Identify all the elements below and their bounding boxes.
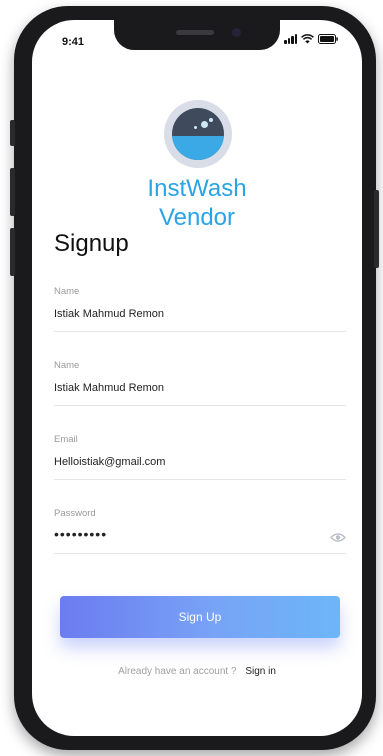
- battery-icon: [318, 34, 338, 44]
- volume-down-button: [10, 228, 15, 276]
- status-icons: [284, 34, 338, 44]
- sign-up-button[interactable]: Sign Up: [60, 596, 340, 638]
- field-label: Email: [54, 434, 78, 445]
- field-label: Password: [54, 508, 96, 519]
- second-name-field[interactable]: Name Istiak Mahmud Remon: [54, 360, 346, 406]
- volume-up-button: [10, 168, 15, 216]
- field-label: Name: [54, 286, 80, 297]
- email-field[interactable]: Email Helloistiak@gmail.com: [54, 434, 346, 480]
- sign-in-link[interactable]: Sign in: [245, 666, 276, 677]
- washing-machine-icon: [172, 108, 224, 160]
- eye-icon[interactable]: [330, 530, 346, 548]
- power-button: [374, 190, 379, 268]
- password-field[interactable]: Password •••••••••: [54, 508, 346, 554]
- wifi-icon: [301, 34, 314, 44]
- brand-name: InstWash Vendor: [122, 174, 272, 232]
- field-value[interactable]: Istiak Mahmud Remon: [54, 308, 164, 320]
- status-time: 9:41: [62, 36, 85, 48]
- signal-icon: [284, 34, 297, 44]
- brand-line-2: Vendor: [158, 204, 236, 231]
- notch: [114, 20, 280, 50]
- field-label: Name: [54, 360, 80, 371]
- brand-line-1: InstWash: [147, 175, 247, 202]
- speaker-grille: [176, 30, 214, 35]
- page-title: Signup: [54, 230, 129, 257]
- app-logo: [164, 100, 232, 168]
- signin-row: Already have an account ? Sign in: [32, 666, 362, 677]
- phone-screen: 9:41 InstWash Vendor Signup Name Istiak …: [32, 20, 362, 736]
- mute-switch: [10, 120, 15, 146]
- field-value[interactable]: Helloistiak@gmail.com: [54, 456, 165, 468]
- field-value[interactable]: Istiak Mahmud Remon: [54, 382, 164, 394]
- password-value[interactable]: •••••••••: [54, 526, 107, 542]
- first-name-field[interactable]: Name Istiak Mahmud Remon: [54, 286, 346, 332]
- signin-prompt: Already have an account ?: [118, 666, 237, 677]
- front-camera: [232, 28, 241, 37]
